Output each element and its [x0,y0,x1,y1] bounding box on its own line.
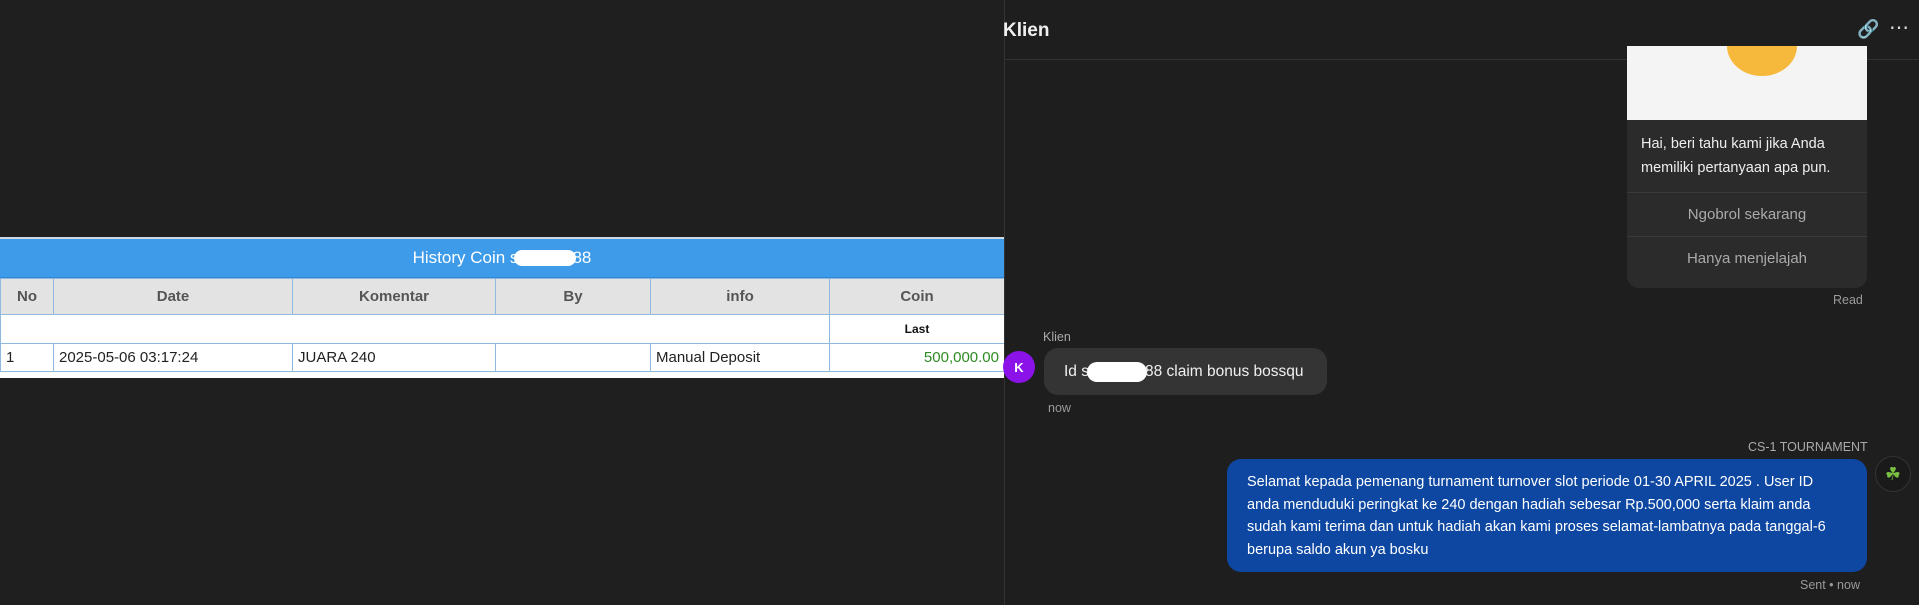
client-name: Klien [1043,330,1071,344]
redacted-username [1086,361,1147,382]
cell-coin: 500,000.00 [829,343,1005,372]
agent-name: CS-1 TOURNAMENT [1748,440,1868,454]
last-label: Last [829,314,1005,344]
coin-history-title: History Coin s 88 [0,239,1004,278]
client-message: Id s 88 claim bonus bossqu [1044,348,1327,395]
bot-message: Hai, beri tahu kami jika Anda memiliki p… [1641,136,1831,176]
sent-status: Sent • now [1800,578,1860,592]
col-no: No [0,278,54,315]
agent-message: Selamat kepada pemenang turnament turnov… [1227,459,1867,572]
chat-now-button[interactable]: Ngobrol sekarang [1627,192,1867,236]
cell-info: Manual Deposit [650,343,830,372]
cell-by [495,343,651,372]
col-by: By [495,278,651,315]
waving-hand-icon [1727,46,1797,76]
agent-avatar-icon: ☘ [1875,456,1911,492]
coin-history-panel: History Coin s 88 No Date Komentar By inf… [0,237,1005,378]
last-subheader-row: Last [0,314,1005,344]
table-header-row: No Date Komentar By info Coin [0,278,1005,315]
col-komentar: Komentar [292,278,496,315]
left-panel: History Coin s 88 No Date Komentar By inf… [0,0,1005,605]
cell-date: 2025-05-06 03:17:24 [53,343,293,372]
bot-welcome-card: Hai, beri tahu kami jika Anda memiliki p… [1627,46,1867,288]
col-coin: Coin [829,278,1005,315]
cell-no: 1 [0,343,54,372]
col-date: Date [53,278,293,315]
cell-komentar: JUARA 240 [292,343,496,372]
chat-title: Klien [1003,20,1050,41]
link-icon[interactable]: 🔗 [1857,19,1879,40]
table-row: 1 2025-05-06 03:17:24 JUARA 240 Manual D… [0,343,1005,372]
bot-image [1627,46,1867,120]
more-icon[interactable]: ⋯ [1889,15,1909,40]
coin-history-table: No Date Komentar By info Coin Last 1 202… [0,278,1005,372]
read-status: Read [1833,293,1863,307]
just-browsing-button[interactable]: Hanya menjelajah [1627,236,1867,280]
chat-panel: Klien 🔗 ⋯ Hai, beri tahu kami jika Anda … [1003,0,1919,605]
client-avatar: K [1003,351,1035,383]
redacted-username [514,250,577,266]
client-message-time: now [1048,401,1071,415]
col-info: info [650,278,830,315]
